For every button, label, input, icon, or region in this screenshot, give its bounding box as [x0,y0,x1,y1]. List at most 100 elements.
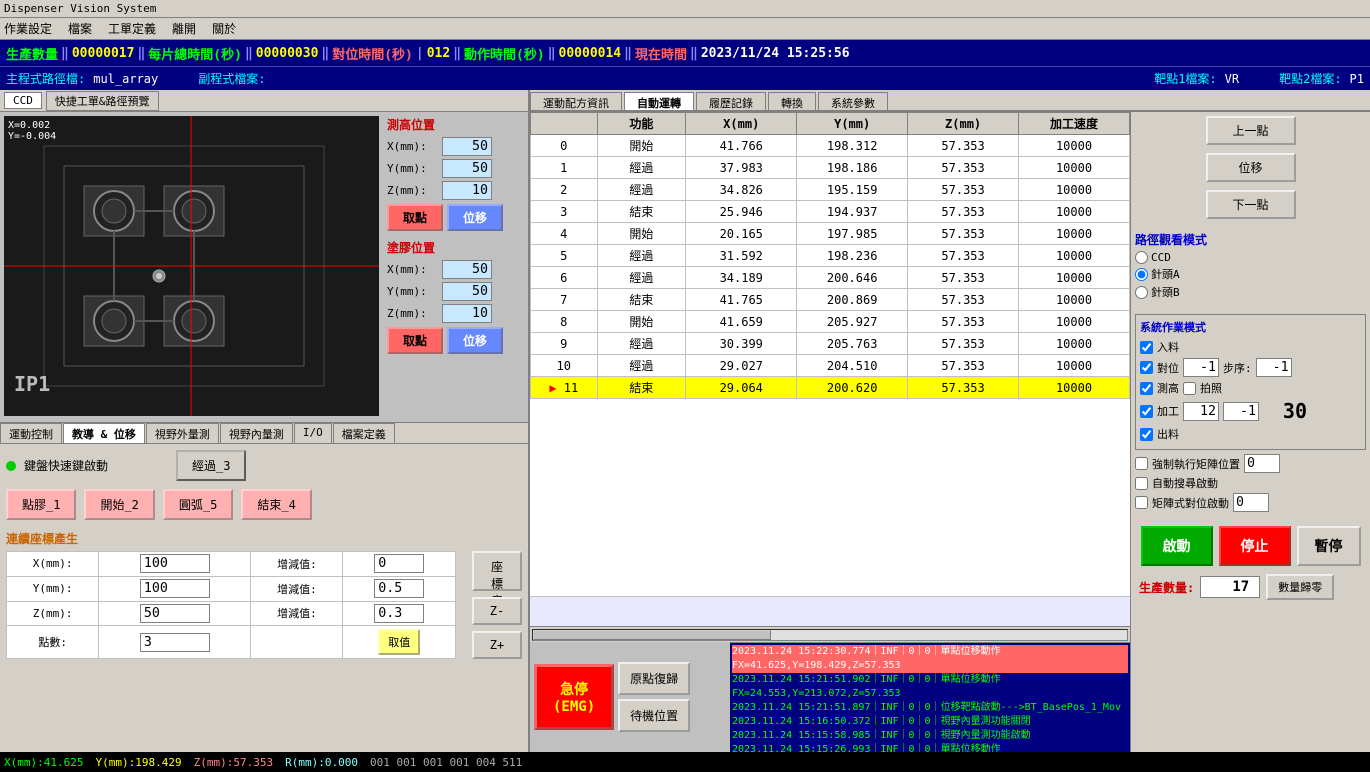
tab-external-meas[interactable]: 視野外量測 [146,423,219,443]
gp-y-input[interactable] [442,282,492,301]
start-btn[interactable]: 啟動 [1141,526,1213,566]
glue-pos-title: 塗膠位置 [387,239,524,256]
y-coord-input[interactable] [140,579,210,598]
right-panel: 運動配方資訊 自動運轉 履歷記錄 轉換 系統參數 [530,90,1370,752]
start-point-btn[interactable]: 開始_2 [84,489,154,520]
next-point-btn[interactable]: 下一點 [1206,190,1296,219]
mh-y-input[interactable] [442,159,492,178]
restore-btn[interactable]: 原點復歸 [618,662,690,695]
menu-item-workorder[interactable]: 工單定義 [108,20,156,37]
path-headB-label: 針頭B [1151,284,1180,300]
dot-glue-btn[interactable]: 點膠_1 [6,489,76,520]
input-feed-check[interactable] [1140,341,1153,354]
table-row[interactable]: 6經過34.189200.64657.35310000 [531,267,1130,289]
get-value-btn[interactable]: 取值 [378,629,420,655]
mh-z-input[interactable] [442,181,492,200]
table-row[interactable]: 3結束25.946194.93757.35310000 [531,201,1130,223]
path-headB-radio-input[interactable] [1135,286,1148,299]
target2-label: 靶點2檔案: [1279,70,1341,87]
x-coord-input[interactable] [140,554,210,573]
ccd-label: IP1 [14,372,50,396]
stop-btn[interactable]: 停止 [1219,526,1291,566]
take-point-btn-2[interactable]: 取點 [387,327,443,354]
mh-x-input[interactable] [442,137,492,156]
align-value-input[interactable] [1183,358,1219,377]
z-coord-input[interactable] [140,604,210,623]
input-feed-label: 入料 [1157,339,1179,355]
pass-btn[interactable]: 經過_3 [176,450,246,481]
coord-y: Y=-0.004 [8,131,56,142]
table-row[interactable]: 1經過37.983198.18657.35310000 [531,157,1130,179]
tab-teach[interactable]: 教導 & 位移 [63,423,145,443]
force-matrix-check[interactable] [1135,457,1148,470]
auto-search-check[interactable] [1135,477,1148,490]
prod-count-input[interactable] [1200,576,1260,598]
output-check[interactable] [1140,428,1153,441]
table-row[interactable]: 2經過34.826195.15957.35310000 [531,179,1130,201]
tab-sys-params[interactable]: 系統參數 [818,92,888,110]
menu-item-file[interactable]: 檔案 [68,20,92,37]
photo-check[interactable] [1183,382,1196,395]
count-input[interactable] [140,633,210,652]
table-row[interactable]: 4開始20.165197.98557.35310000 [531,223,1130,245]
matrix-align-check[interactable] [1135,496,1148,509]
quick-tab[interactable]: 快捷工單&路徑預覽 [46,91,159,111]
tab-internal-meas[interactable]: 視野內量測 [220,423,293,443]
matrix-align-value[interactable] [1233,493,1269,512]
z-minus-btn[interactable]: Z- [472,597,522,625]
process-check[interactable] [1140,405,1153,418]
table-row[interactable]: 10經過29.027204.51057.35310000 [531,355,1130,377]
move-point-btn[interactable]: 位移 [1206,153,1296,182]
process-val2[interactable] [1223,402,1259,421]
table-row[interactable]: 7結束41.765200.86957.35310000 [531,289,1130,311]
tab-motion-ctrl[interactable]: 運動控制 [0,423,62,443]
reset-count-btn[interactable]: 數量歸零 [1266,574,1334,600]
table-row[interactable]: 0開始41.766198.31257.35310000 [531,135,1130,157]
move-btn-1[interactable]: 位移 [447,204,503,231]
table-row[interactable]: ▶ 11結束29.064200.62057.35310000 [531,377,1130,399]
take-point-btn-1[interactable]: 取點 [387,204,443,231]
gp-x-input[interactable] [442,260,492,279]
y-inc-input[interactable] [374,579,424,598]
tab-convert[interactable]: 轉換 [768,92,816,110]
coord-gen-label: 連續座標產生 [6,530,522,547]
sys-mode-section: 系統作業模式 入料 對位 步序: [1135,314,1366,450]
coord-gen-btn[interactable]: 座標產生 [472,551,522,591]
gp-z-input[interactable] [442,304,492,323]
ccd-header: CCD 快捷工單&路徑預覽 [0,90,528,112]
process-val1[interactable] [1183,402,1219,421]
x-inc-input[interactable] [374,554,424,573]
tab-motion-recipe[interactable]: 運動配方資訊 [530,92,622,110]
tab-auto-run[interactable]: 自動運轉 [624,92,694,110]
menu-item-about[interactable]: 關於 [212,20,236,37]
pause-btn[interactable]: 暫停 [1297,526,1361,566]
menu-item-settings[interactable]: 作業設定 [4,20,52,37]
move-btn-2[interactable]: 位移 [447,327,503,354]
emg-btn[interactable]: 急停(EMG) [534,664,614,730]
z-inc-input[interactable] [374,604,424,623]
ccd-tab[interactable]: CCD [4,92,42,109]
table-row[interactable]: 9經過30.399205.76357.35310000 [531,333,1130,355]
force-matrix-value[interactable] [1244,454,1280,473]
tab-history[interactable]: 履歷記錄 [696,92,766,110]
standby-btn[interactable]: 待機位置 [618,699,690,732]
table-scrollbar[interactable] [530,626,1130,642]
prev-point-btn[interactable]: 上一點 [1206,116,1296,145]
table-row[interactable]: 8開始41.659205.92757.35310000 [531,311,1130,333]
table-row[interactable]: 5經過31.592198.23657.35310000 [531,245,1130,267]
align-label: 對位 [1157,360,1179,376]
menu-item-exit[interactable]: 離開 [172,20,196,37]
meas-height-check[interactable] [1140,382,1153,395]
path-headA-radio-input[interactable] [1135,268,1148,281]
end-btn[interactable]: 結束_4 [241,489,311,520]
menubar: 作業設定 檔案 工單定義 離開 關於 [0,18,1370,40]
path-ccd-radio-input[interactable] [1135,251,1148,264]
tab-file-def[interactable]: 檔案定義 [333,423,395,443]
step-value-input[interactable] [1256,358,1292,377]
tab-io[interactable]: I/O [294,423,332,443]
force-matrix-label: 強制執行矩陣位置 [1152,456,1240,472]
align-check[interactable] [1140,361,1153,374]
arc-btn[interactable]: 圓弧_5 [163,489,233,520]
prod-count-value: 00000017 [72,46,135,61]
z-plus-btn[interactable]: Z+ [472,631,522,659]
